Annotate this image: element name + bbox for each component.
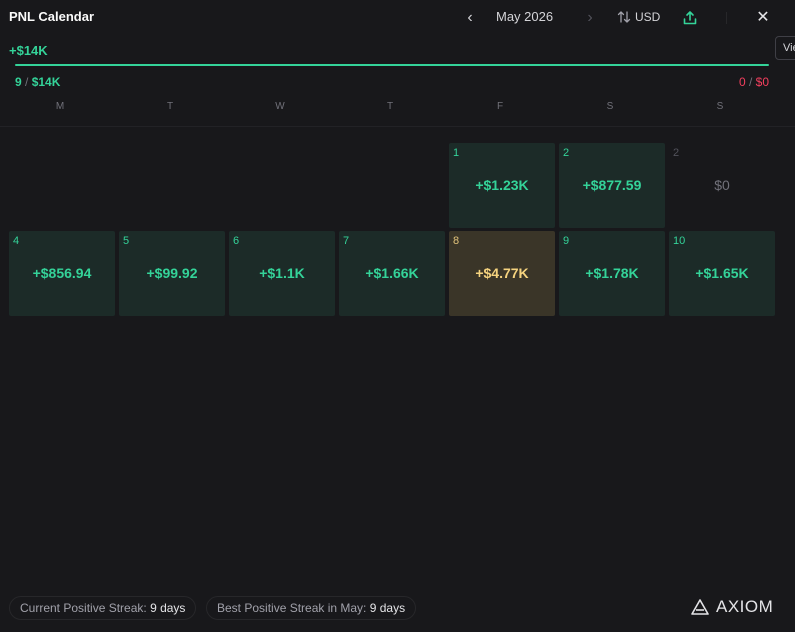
header-divider: [726, 12, 727, 24]
day-cell[interactable]: 6 +$1.1K: [229, 231, 335, 316]
day-pnl: +$1.23K: [475, 177, 529, 193]
win-amount: $14K: [31, 75, 61, 89]
day-cell[interactable]: 2 $0: [669, 143, 775, 228]
day-number: 1: [453, 147, 460, 159]
day-pnl: +$856.94: [32, 265, 92, 281]
day-number: 2: [563, 147, 570, 159]
day-pnl: +$1.65K: [695, 265, 749, 281]
weekday-sat: S: [606, 101, 614, 112]
day-cell[interactable]: 10 +$1.65K: [669, 231, 775, 316]
day-pnl: +$4.77K: [475, 265, 529, 281]
day-pnl: +$99.92: [146, 265, 198, 281]
day-number: 8: [453, 235, 460, 247]
page-title: PNL Calendar: [9, 9, 95, 24]
day-number: 5: [123, 235, 130, 247]
weekday-sun: S: [716, 101, 724, 112]
best-streak-label: Best Positive Streak in May:: [217, 601, 367, 615]
win-loss-bar: [15, 64, 769, 66]
day-number: 7: [343, 235, 350, 247]
day-cell-best[interactable]: 8 +$4.77K: [449, 231, 555, 316]
day-cell[interactable]: 5 +$99.92: [119, 231, 225, 316]
chevron-right-icon[interactable]: ›: [582, 8, 598, 28]
day-cell[interactable]: 4 +$856.94: [9, 231, 115, 316]
day-number: 2: [673, 147, 680, 159]
best-streak-badge: Best Positive Streak in May: 9 days: [206, 596, 417, 620]
day-cell[interactable]: 7 +$1.66K: [339, 231, 445, 316]
current-streak-label: Current Positive Streak:: [20, 601, 147, 615]
day-number: 6: [233, 235, 240, 247]
month-label: May 2026: [496, 9, 554, 24]
day-cell[interactable]: 2 +$877.59: [559, 143, 665, 228]
best-streak-value: 9 days: [369, 601, 406, 615]
win-stats: 9 / $14K: [15, 75, 61, 89]
current-streak-badge: Current Positive Streak: 9 days: [9, 596, 197, 620]
weekday-mon: M: [55, 101, 65, 112]
day-number: 4: [13, 235, 20, 247]
weekday-wed: W: [275, 101, 285, 112]
header: PNL Calendar ‹ May 2026 › USD ✕: [0, 0, 795, 36]
swap-arrows-icon: [617, 11, 631, 23]
weekday-tue: T: [166, 101, 174, 112]
day-number: 9: [563, 235, 570, 247]
currency-toggle[interactable]: USD: [617, 10, 660, 24]
day-pnl: +$1.78K: [585, 265, 639, 281]
chevron-left-icon[interactable]: ‹: [462, 8, 478, 28]
close-icon[interactable]: ✕: [755, 9, 771, 27]
day-pnl: $0: [714, 177, 730, 193]
currency-label: USD: [635, 10, 661, 24]
weekday-fri: F: [496, 101, 504, 112]
current-streak-value: 9 days: [150, 601, 186, 615]
brand-logo: AXIOM: [691, 597, 773, 617]
loss-amount: $0: [755, 75, 769, 89]
weekday-divider: [0, 126, 795, 127]
pnl-calendar-window: PNL Calendar ‹ May 2026 › USD ✕ Vie +$14…: [0, 0, 795, 632]
day-number: 10: [673, 235, 686, 247]
total-pnl: +$14K: [9, 43, 48, 58]
loss-count: 0: [738, 75, 746, 89]
loss-stats: 0 / $0: [738, 75, 769, 89]
day-pnl: +$1.1K: [259, 265, 305, 281]
share-icon[interactable]: [682, 10, 698, 26]
weekday-header: M T W T F S S: [7, 101, 777, 115]
day-cell[interactable]: 1 +$1.23K: [449, 143, 555, 228]
day-cell[interactable]: 9 +$1.78K: [559, 231, 665, 316]
weekday-thu: T: [386, 101, 394, 112]
axiom-logo-icon: [691, 599, 709, 615]
tooltip: Vie: [775, 36, 795, 60]
day-pnl: +$1.66K: [365, 265, 419, 281]
brand-name: AXIOM: [716, 597, 774, 616]
win-count: 9: [15, 75, 22, 89]
day-pnl: +$877.59: [582, 177, 642, 193]
